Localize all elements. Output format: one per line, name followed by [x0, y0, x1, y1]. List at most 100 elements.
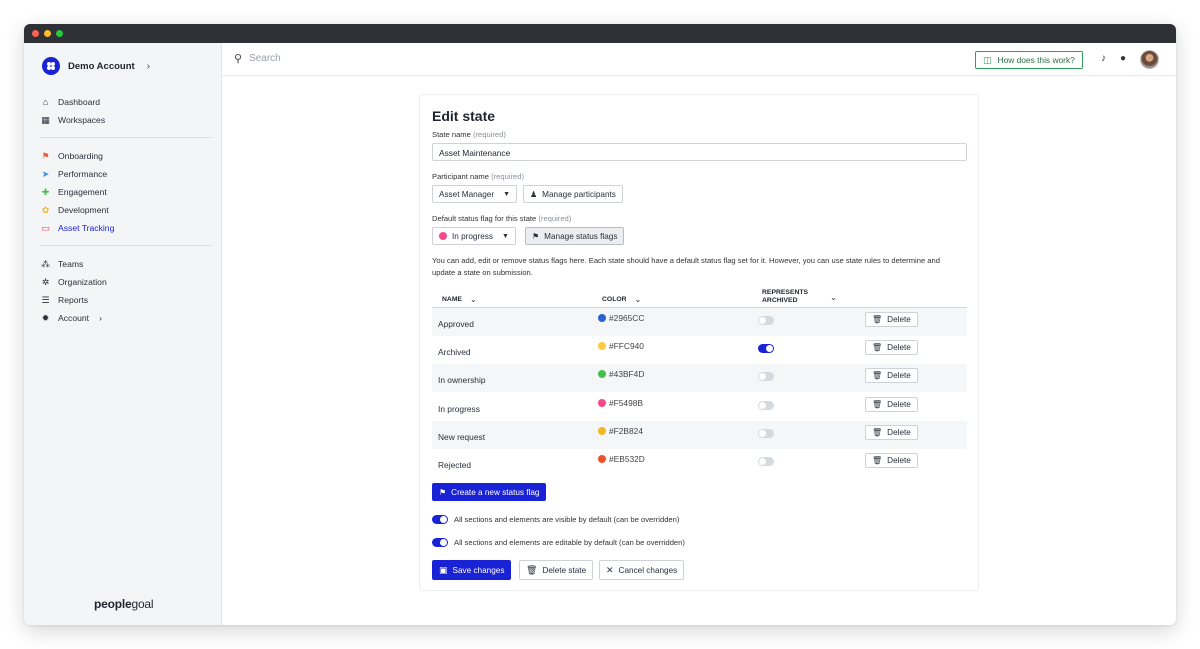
- close-icon: ✕: [606, 564, 614, 575]
- sidebar-item-teams[interactable]: ⁂ Teams: [40, 255, 212, 273]
- color-dot-icon: [598, 342, 606, 351]
- avatar[interactable]: [1140, 50, 1159, 69]
- editable-default-toggle[interactable]: All sections and elements are editable b…: [432, 538, 685, 547]
- search-input[interactable]: ⚲ Search: [234, 52, 281, 65]
- default-flag-select[interactable]: In progress ▼: [432, 227, 516, 245]
- nav-group-main: ⌂ Dashboard ▦ Workspaces ⚑ Onboarding ➤ …: [40, 93, 212, 327]
- delete-flag-button[interactable]: 🗑 Delete: [865, 340, 918, 356]
- sidebar-item-performance[interactable]: ➤ Performance: [40, 165, 212, 183]
- title-bar: [24, 24, 1176, 43]
- search-placeholder: Search: [249, 53, 281, 64]
- cancel-changes-button[interactable]: ✕ Cancel changes: [599, 560, 685, 580]
- flag-icon: ⚑: [532, 231, 540, 241]
- visible-default-toggle[interactable]: All sections and elements are visible by…: [432, 515, 679, 524]
- delete-flag-button[interactable]: 🗑 Delete: [865, 453, 918, 468]
- delete-flag-button[interactable]: 🗑 Delete: [865, 396, 918, 412]
- default-flag-label: Default status flag for this state (requ…: [432, 214, 571, 223]
- book-icon: ◫: [983, 54, 992, 65]
- state-name-label: State name (required): [432, 130, 506, 139]
- grid-icon: ▦: [41, 114, 50, 125]
- delete-flag-button[interactable]: 🗑 Delete: [865, 312, 918, 327]
- delete-state-label: Delete state: [542, 565, 587, 575]
- sidebar-item-label: Asset Tracking: [58, 223, 115, 233]
- manage-participants-button[interactable]: ♟ Manage participants: [523, 185, 623, 203]
- chevron-down-icon: ⌄: [470, 295, 477, 304]
- maximize-window-button[interactable]: [56, 30, 63, 37]
- table-row: In ownership #43BF4D 🗑 Delete: [432, 364, 967, 393]
- account-switcher[interactable]: Demo Account ›: [42, 57, 150, 75]
- sidebar-item-dashboard[interactable]: ⌂ Dashboard: [40, 93, 212, 111]
- how-does-this-work-button[interactable]: ◫ How does this work?: [975, 51, 1083, 69]
- sidebar-item-asset-tracking[interactable]: ▭ Asset Tracking: [40, 219, 212, 237]
- trash-icon: 🗑: [872, 315, 883, 324]
- sidebar-item-organization[interactable]: ✲ Organization: [40, 273, 212, 291]
- flag-color-hex: #F5498B: [609, 397, 643, 408]
- color-dot-icon: [598, 370, 606, 379]
- required-hint: (required): [538, 214, 572, 223]
- sidebar-item-onboarding[interactable]: ⚑ Onboarding: [40, 147, 212, 165]
- trash-icon: 🗑: [872, 371, 883, 381]
- sprout-icon: ✿: [41, 204, 50, 215]
- home-icon: ⌂: [42, 96, 49, 107]
- archived-toggle[interactable]: [758, 344, 774, 354]
- sidebar-item-workspaces[interactable]: ▦ Workspaces: [40, 111, 212, 129]
- chevron-down-icon: ⌄: [634, 295, 642, 304]
- top-bar: ⚲ Search ◫ How does this work? ♪ ●: [222, 43, 1176, 76]
- edit-state-card: Edit state State name (required) Asset M…: [419, 94, 979, 591]
- flag-name: Approved: [438, 319, 474, 329]
- archived-toggle[interactable]: [758, 428, 774, 438]
- delete-label: Delete: [887, 343, 911, 353]
- flag-name: In ownership: [438, 375, 486, 386]
- delete-state-button[interactable]: 🗑 Delete state: [519, 560, 594, 580]
- sidebar-item-label: Organization: [58, 277, 107, 287]
- sidebar-item-reports[interactable]: ☰ Reports: [40, 291, 212, 309]
- flag-color: #FFC940: [598, 341, 644, 351]
- sidebar-item-engagement[interactable]: ✚ Engagement: [40, 183, 212, 201]
- table-row: Approved #2965CC 🗑 Delete: [432, 308, 967, 336]
- sidebar-item-label: Reports: [58, 295, 89, 305]
- table-row: New request #F2B824 🗑 Delete: [432, 420, 967, 449]
- color-dot-icon: [598, 426, 606, 435]
- lightbulb-icon[interactable]: ●: [1120, 53, 1126, 64]
- column-color[interactable]: COLOR ⌄: [602, 295, 641, 304]
- toggle-switch[interactable]: [432, 515, 448, 524]
- column-name[interactable]: NAME ⌄: [442, 295, 477, 304]
- toggle-switch[interactable]: [432, 538, 448, 547]
- save-changes-button[interactable]: ▣ Save changes: [432, 560, 512, 580]
- archived-toggle[interactable]: [758, 316, 774, 325]
- sidebar-item-label: Performance: [58, 169, 108, 179]
- divider: [40, 137, 212, 138]
- visible-option-label: All sections and elements are visible by…: [454, 515, 680, 524]
- sidebar-item-account[interactable]: ✹ Account ›: [40, 309, 212, 327]
- sidebar-item-label: Teams: [58, 259, 84, 269]
- participant-select[interactable]: Asset Manager ▼: [432, 185, 518, 203]
- archived-toggle[interactable]: [758, 372, 774, 382]
- delete-flag-button[interactable]: 🗑 Delete: [865, 368, 918, 384]
- flag-name: New request: [438, 431, 486, 442]
- flag-color-hex: #43BF4D: [609, 369, 645, 380]
- column-archived[interactable]: REPRESENTS ARCHIVED ⌄: [762, 289, 837, 305]
- sidebar-item-development[interactable]: ✿ Development: [40, 201, 212, 219]
- sidebar-item-label: Dashboard: [58, 97, 101, 107]
- flag-name: In progress: [438, 403, 480, 414]
- state-name-input[interactable]: Asset Maintenance: [432, 143, 967, 161]
- delete-flag-button[interactable]: 🗑 Delete: [865, 424, 918, 440]
- close-window-button[interactable]: [32, 30, 39, 37]
- archived-toggle[interactable]: [758, 457, 774, 466]
- flag-color-hex: #EB532D: [609, 454, 645, 464]
- create-status-flag-button[interactable]: ⚑ Create a new status flag: [432, 483, 547, 501]
- brand-logo-bold: people: [94, 597, 132, 611]
- column-archived-label: REPRESENTS ARCHIVED: [762, 289, 808, 305]
- page-title: Edit state: [432, 108, 496, 124]
- minimize-window-button[interactable]: [44, 30, 51, 37]
- search-icon: ⚲: [234, 53, 243, 65]
- flag-color-hex: #2965CC: [609, 313, 645, 323]
- laptop-icon: ▭: [41, 222, 50, 233]
- manage-status-flags-button[interactable]: ⚑ Manage status flags: [525, 227, 625, 245]
- bell-icon[interactable]: ♪: [1101, 53, 1106, 64]
- delete-label: Delete: [887, 456, 911, 465]
- archived-toggle[interactable]: [758, 400, 774, 410]
- delete-label: Delete: [887, 315, 911, 324]
- participants-icon: ♟: [530, 189, 538, 199]
- default-flag-value: In progress: [452, 231, 493, 241]
